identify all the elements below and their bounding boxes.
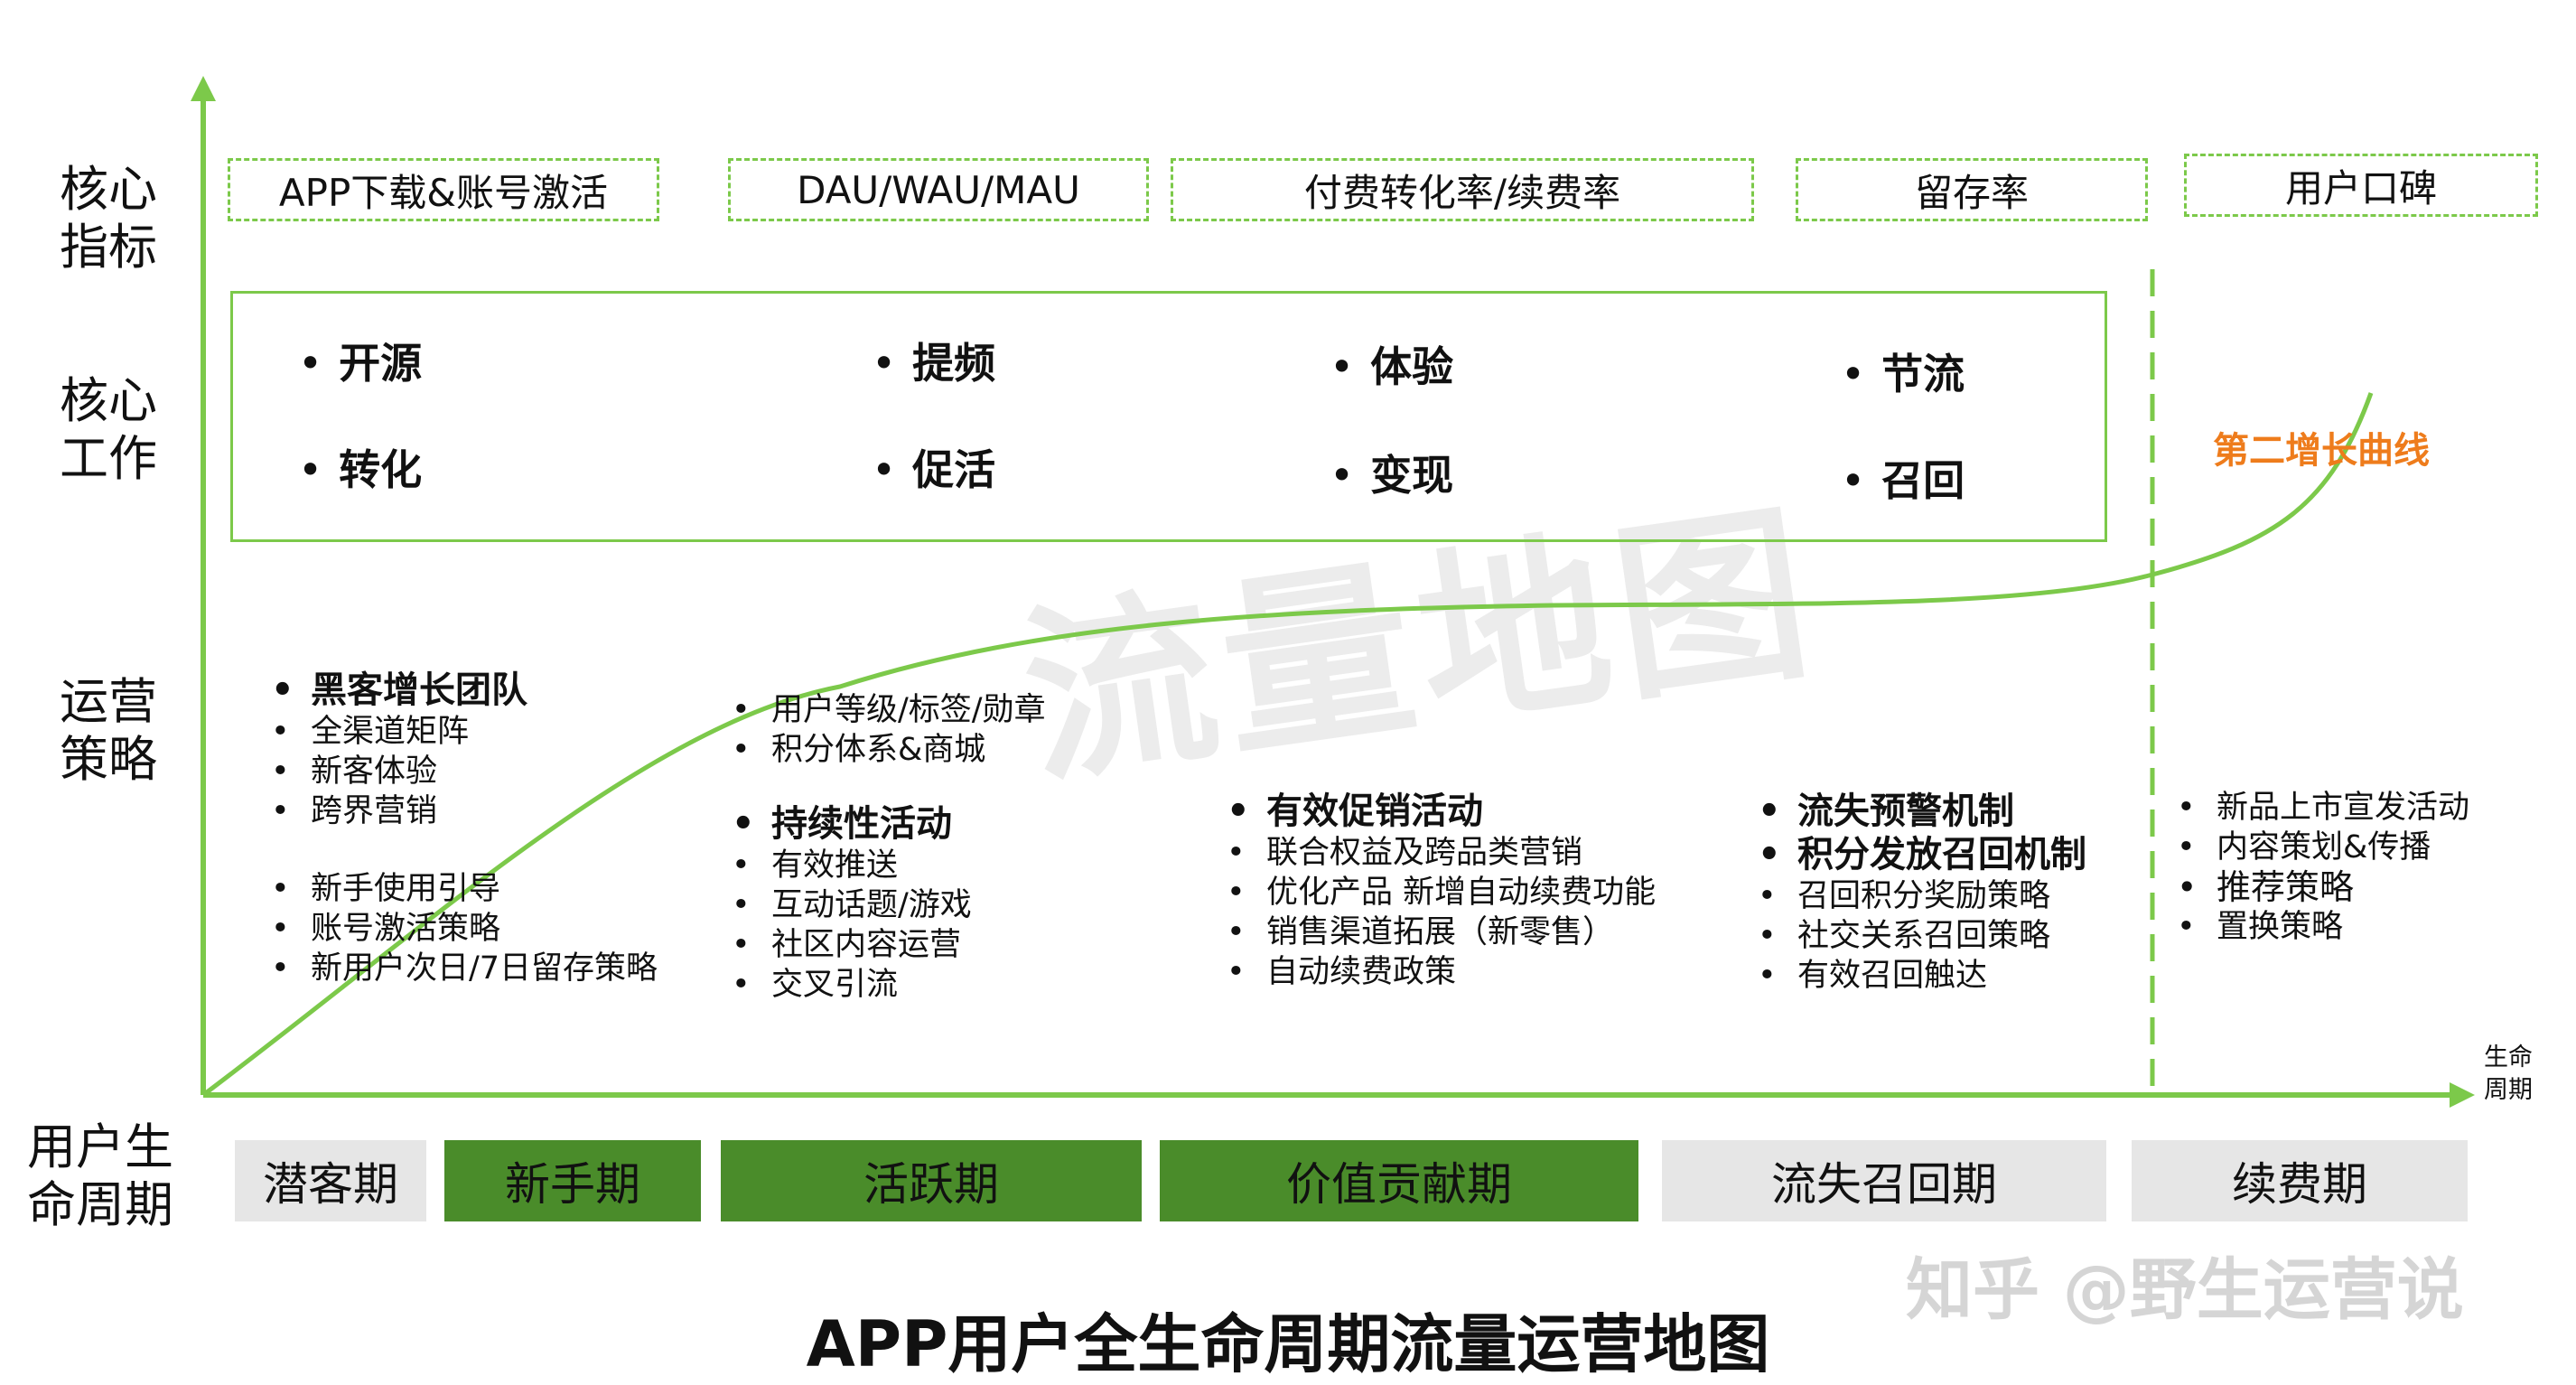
strategy-item: 推荐策略	[2177, 867, 2469, 907]
strategy-item: 有效促销活动	[1227, 790, 1656, 833]
row-label-strategy: 运营 策略	[60, 673, 157, 788]
x-axis-arrow	[2450, 1082, 2475, 1108]
work-item: 转化	[298, 437, 422, 497]
metric-app-download: APP下载&账号激活	[228, 158, 659, 221]
phase-newbie: 新手期	[444, 1140, 701, 1221]
strategy-item: 有效召回触达	[1758, 956, 2086, 996]
strategy-item: 黑客增长团队	[271, 669, 658, 712]
work-item: 节流	[1841, 342, 1965, 401]
metric-retention: 留存率	[1796, 158, 2148, 221]
strategy-item: 流失预警机制	[1758, 790, 2086, 833]
strategy-item: 积分发放召回机制	[1758, 833, 2086, 876]
phase-churn-recall: 流失召回期	[1662, 1140, 2106, 1221]
strategy-column-3: 有效促销活动 联合权益及跨品类营销 优化产品 新增自动续费功能 销售渠道拓展（新…	[1227, 790, 1656, 992]
strategy-item: 新手使用引导	[271, 869, 658, 909]
metric-dau-wau-mau: DAU/WAU/MAU	[728, 158, 1149, 221]
phase-value-contribution: 价值贡献期	[1160, 1140, 1638, 1221]
strategy-item: 交叉引流	[732, 965, 1046, 1005]
strategy-column-4: 流失预警机制 积分发放召回机制 召回积分奖励策略 社交关系召回策略 有效召回触达	[1758, 790, 2086, 996]
strategy-item: 召回积分奖励策略	[1758, 876, 2086, 916]
strategy-column-2: 用户等级/标签/勋章 积分体系&商城 持续性活动 有效推送 互动话题/游戏 社区…	[732, 690, 1046, 1005]
strategy-item: 新品上市宣发活动	[2177, 788, 2469, 828]
phase-renewal: 续费期	[2132, 1140, 2468, 1221]
row-label-lifecycle: 用户生 命周期	[27, 1118, 173, 1233]
strategy-item: 置换策略	[2177, 907, 2469, 947]
strategy-item: 社交关系召回策略	[1758, 916, 2086, 956]
work-item: 变现	[1330, 443, 1453, 502]
strategy-item: 全渠道矩阵	[271, 712, 658, 752]
metric-word-of-mouth: 用户口碑	[2184, 154, 2538, 217]
strategy-item: 销售渠道拓展（新零售）	[1227, 912, 1656, 952]
work-item: 提频	[872, 331, 995, 390]
row-label-metrics: 核心 指标	[60, 161, 157, 276]
strategy-item: 新用户次日/7日留存策略	[271, 949, 658, 988]
strategy-item: 持续性活动	[732, 802, 1046, 846]
strategy-item: 优化产品 新增自动续费功能	[1227, 873, 1656, 912]
second-growth-curve-label: 第二增长曲线	[2213, 430, 2430, 472]
work-item: 促活	[872, 437, 995, 497]
strategy-item: 有效推送	[732, 846, 1046, 885]
y-axis-arrow	[191, 76, 216, 101]
strategy-item: 账号激活策略	[271, 909, 658, 949]
metric-pay-conversion: 付费转化率/续费率	[1171, 158, 1754, 221]
phase-active: 活跃期	[721, 1140, 1142, 1221]
strategy-item: 用户等级/标签/勋章	[732, 690, 1046, 730]
strategy-column-1: 黑客增长团队 全渠道矩阵 新客体验 跨界营销 新手使用引导 账号激活策略 新用户…	[271, 669, 658, 988]
work-item: 体验	[1330, 334, 1453, 394]
strategy-item: 跨界营销	[271, 791, 658, 831]
strategy-item: 内容策划&传播	[2177, 828, 2469, 867]
strategy-item: 联合权益及跨品类营销	[1227, 833, 1656, 873]
page-title: APP用户全生命周期流量运营地图	[806, 1307, 1770, 1381]
work-item: 开源	[298, 331, 422, 390]
work-item: 召回	[1841, 448, 1965, 508]
strategy-item: 互动话题/游戏	[732, 885, 1046, 925]
strategy-item: 积分体系&商城	[732, 730, 1046, 770]
strategy-column-5: 新品上市宣发活动 内容策划&传播 推荐策略 置换策略	[2177, 788, 2469, 947]
strategy-item: 社区内容运营	[732, 925, 1046, 965]
x-axis-label: 生命 周期	[2484, 1043, 2533, 1104]
strategy-item: 自动续费政策	[1227, 952, 1656, 992]
phase-prospect: 潜客期	[235, 1140, 426, 1221]
core-work-box	[230, 291, 2107, 542]
row-label-work: 核心 工作	[60, 372, 157, 487]
strategy-item: 新客体验	[271, 752, 658, 791]
